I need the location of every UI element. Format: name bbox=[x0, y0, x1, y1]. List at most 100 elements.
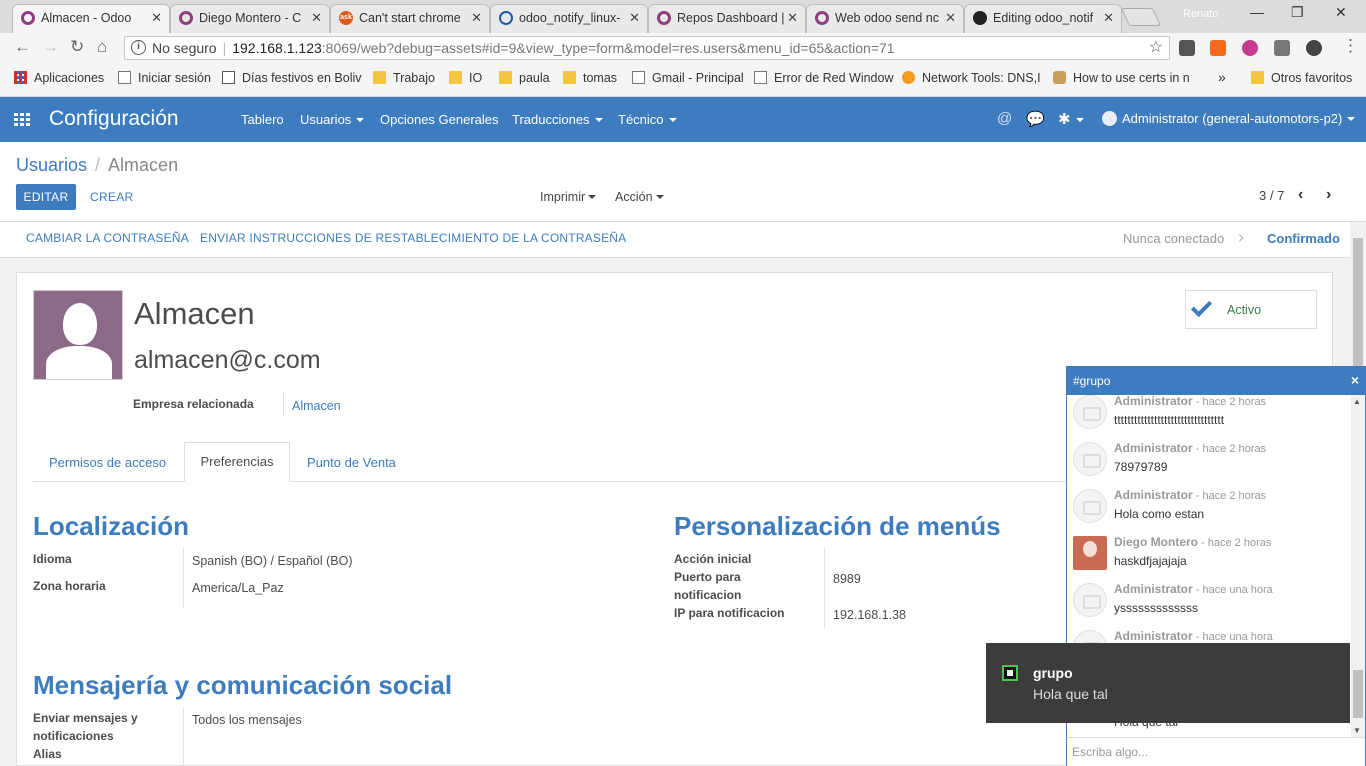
create-button[interactable]: CREAR bbox=[90, 190, 134, 204]
close-tab-icon[interactable]: ✕ bbox=[787, 5, 798, 31]
more-bookmarks-button[interactable]: » bbox=[1218, 69, 1226, 85]
edit-button[interactable]: EDITAR bbox=[16, 184, 76, 210]
bookmark[interactable]: Días festivos en Boliv bbox=[222, 71, 362, 85]
chat-icon[interactable]: 💬 bbox=[1026, 110, 1045, 128]
browser-tab[interactable]: Almacen - Odoo ✕ bbox=[12, 4, 170, 33]
app-switcher-icon[interactable] bbox=[14, 113, 30, 126]
bookmark[interactable]: Iniciar sesión bbox=[118, 71, 211, 85]
bookmark-folder[interactable]: paula bbox=[499, 71, 550, 85]
breadcrumb-users[interactable]: Usuarios bbox=[16, 155, 87, 175]
browser-tab[interactable]: odoo_notify_linux- ✕ bbox=[490, 4, 648, 33]
notification-title: grupo bbox=[1033, 665, 1073, 681]
avatar bbox=[1073, 489, 1107, 523]
avatar bbox=[1073, 395, 1107, 429]
menu-general-settings[interactable]: Opciones Generales bbox=[380, 112, 499, 127]
change-password-button[interactable]: CAMBIAR LA CONTRASEÑA bbox=[26, 231, 189, 245]
notify-port-label: Puerto para bbox=[674, 570, 741, 584]
close-window-icon[interactable]: ✕ bbox=[1335, 4, 1347, 21]
fingerprint-icon bbox=[499, 11, 513, 25]
maximize-icon[interactable]: ❐ bbox=[1291, 4, 1304, 21]
bookmark[interactable]: Network Tools: DNS,I bbox=[902, 71, 1041, 85]
browser-tab[interactable]: Diego Montero - C ✕ bbox=[170, 4, 330, 33]
url-bar[interactable]: i No seguro | 192.168.1.123:8069/web?debug… bbox=[124, 36, 1170, 60]
bookmark[interactable]: How to use certs in n bbox=[1053, 71, 1190, 85]
send-reset-instructions-button[interactable]: ENVIAR INSTRUCCIONES DE RESTABLECIMIENTO… bbox=[200, 231, 626, 245]
close-tab-icon[interactable]: ✕ bbox=[311, 5, 322, 31]
browser-tab[interactable]: Web odoo send nc ✕ bbox=[806, 4, 964, 33]
stage-confirmed[interactable]: Confirmado bbox=[1267, 231, 1340, 246]
tab-point-of-sale[interactable]: Punto de Venta bbox=[307, 455, 396, 470]
bookmark-folder[interactable]: Trabajo bbox=[373, 71, 435, 85]
browser-tab[interactable]: Repos Dashboard | ✕ bbox=[648, 4, 806, 33]
chat-scrollbar[interactable]: ▲ ▼ bbox=[1351, 395, 1365, 737]
tab-preferences[interactable]: Preferencias bbox=[184, 442, 290, 482]
send-messages-label-line2: notificaciones bbox=[33, 729, 114, 743]
desktop-notification[interactable]: grupo Hola que tal bbox=[986, 643, 1350, 723]
menu-dashboard[interactable]: Tablero bbox=[241, 112, 284, 127]
close-tab-icon[interactable]: ✕ bbox=[629, 5, 640, 31]
avatar bbox=[1073, 442, 1107, 476]
browser-tab[interactable]: Editing odoo_notif ✕ bbox=[964, 4, 1122, 33]
profile-name[interactable]: Renato bbox=[1183, 8, 1218, 20]
bookmark[interactable]: Error de Red Window bbox=[754, 71, 894, 85]
reload-icon[interactable]: ↻ bbox=[70, 37, 84, 57]
home-icon[interactable]: ⌂ bbox=[97, 37, 107, 57]
print-dropdown[interactable]: Imprimir bbox=[540, 190, 597, 204]
scroll-down-icon[interactable]: ▼ bbox=[1353, 726, 1361, 735]
menu-users[interactable]: Usuarios bbox=[300, 112, 365, 127]
chat-compose-input[interactable]: Escriba algo... bbox=[1067, 737, 1365, 766]
scroll-up-icon[interactable]: ▲ bbox=[1353, 397, 1361, 406]
active-toggle-button[interactable]: Activo bbox=[1185, 290, 1317, 329]
user-photo[interactable] bbox=[33, 290, 123, 380]
back-icon[interactable]: ← bbox=[14, 37, 31, 57]
close-tab-icon[interactable]: ✕ bbox=[1103, 5, 1114, 31]
messaging-heading: Mensajería y comunicación social bbox=[33, 670, 453, 700]
info-icon[interactable]: i bbox=[131, 40, 146, 55]
extension-dropper-icon[interactable] bbox=[1274, 40, 1290, 56]
close-icon[interactable]: × bbox=[1351, 372, 1359, 388]
action-dropdown[interactable]: Acción bbox=[615, 190, 664, 204]
page-icon bbox=[118, 71, 131, 84]
stage-never-connected[interactable]: Nunca conectado bbox=[1123, 231, 1224, 246]
menu-technical[interactable]: Técnico bbox=[618, 112, 677, 127]
avatar bbox=[1102, 111, 1117, 126]
close-tab-icon[interactable]: ✕ bbox=[151, 5, 162, 31]
notify-port-value: 8989 bbox=[833, 572, 861, 586]
menu-translations[interactable]: Traducciones bbox=[512, 112, 603, 127]
user-name: Almacen bbox=[134, 296, 255, 331]
extension-d3-icon[interactable] bbox=[1210, 40, 1226, 56]
forward-icon[interactable]: → bbox=[42, 37, 59, 57]
extension-shield-icon[interactable] bbox=[1179, 40, 1195, 56]
pager-next-icon[interactable]: › bbox=[1326, 186, 1331, 204]
bookmark-star-icon[interactable]: ☆ bbox=[1149, 37, 1163, 59]
pager-value[interactable]: 3 / 7 bbox=[1259, 188, 1284, 203]
caret-down-icon bbox=[588, 195, 597, 199]
github-icon bbox=[973, 11, 987, 25]
at-icon[interactable]: @ bbox=[997, 110, 1012, 127]
bookmark[interactable]: Aplicaciones bbox=[14, 71, 104, 85]
browser-tab[interactable]: ask Can't start chrome ✕ bbox=[330, 4, 490, 33]
odoo-icon bbox=[657, 11, 671, 25]
menu-customization-heading: Personalización de menús bbox=[674, 511, 1001, 541]
other-bookmarks[interactable]: Otros favoritos bbox=[1251, 71, 1352, 85]
chrome-menu-icon[interactable]: ⋮ bbox=[1342, 36, 1359, 56]
timezone-value: America/La_Paz bbox=[192, 581, 284, 595]
chat-message: Administrator - hace 2 horas Hola como e… bbox=[1073, 481, 1349, 528]
close-tab-icon[interactable]: ✕ bbox=[471, 5, 482, 31]
new-tab-button[interactable] bbox=[1120, 8, 1162, 26]
check-icon bbox=[1190, 295, 1213, 318]
bookmark[interactable]: Gmail - Principal bbox=[632, 71, 744, 85]
debug-bug-icon[interactable]: ✱ bbox=[1058, 110, 1084, 128]
close-tab-icon[interactable]: ✕ bbox=[945, 5, 956, 31]
chat-message: Administrator - hace una hora ysssssssss… bbox=[1073, 575, 1349, 622]
pager-previous-icon[interactable]: ‹ bbox=[1298, 186, 1303, 204]
bookmark-folder[interactable]: tomas bbox=[563, 71, 617, 85]
scrollbar-thumb[interactable] bbox=[1353, 670, 1363, 718]
company-link[interactable]: Almacen bbox=[292, 399, 341, 413]
minimize-icon[interactable]: — bbox=[1250, 4, 1264, 20]
tab-access-rights[interactable]: Permisos de acceso bbox=[49, 455, 166, 470]
extension-quote-icon[interactable] bbox=[1306, 40, 1322, 56]
extension-timer-icon[interactable] bbox=[1242, 40, 1258, 56]
bookmark-folder[interactable]: IO bbox=[449, 71, 482, 85]
user-menu[interactable]: Administrator (general-automotors-p2) bbox=[1102, 111, 1356, 126]
